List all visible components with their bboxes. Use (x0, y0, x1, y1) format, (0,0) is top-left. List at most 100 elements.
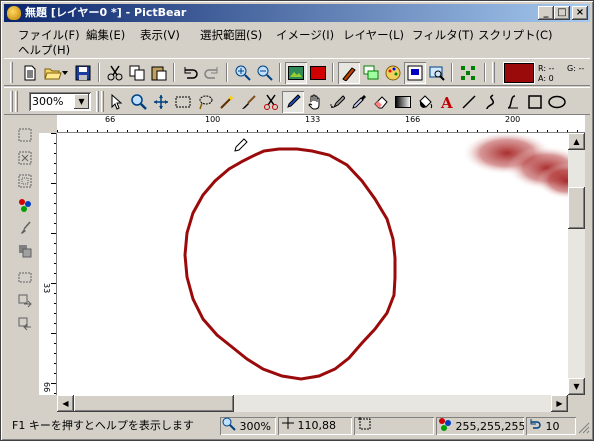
layers-icon[interactable] (360, 62, 382, 84)
help-text: F1 キーを押すとヘルプを表示します (12, 419, 194, 432)
toolbar-grip[interactable] (10, 91, 13, 112)
menu-script[interactable]: スクリプト(C) (478, 27, 553, 43)
undo-icon[interactable] (179, 62, 201, 84)
brush-icon[interactable] (238, 91, 260, 113)
minimize-button[interactable]: _ (538, 6, 554, 20)
status-rgb: 255,255,255 (455, 420, 525, 433)
svg-text:A: A (440, 94, 453, 110)
menu-bar: ファイル(F) 編集(E) 表示(V) 選択範囲(S) イメージ(I) レイヤー… (4, 23, 590, 58)
select-by-color-icon[interactable] (14, 194, 36, 216)
eyedropper-icon[interactable] (348, 91, 370, 113)
magnifier-icon[interactable] (128, 91, 150, 113)
preview-icon[interactable] (426, 62, 448, 84)
color-r-readout: R: -- (538, 64, 555, 73)
vertical-scrollbar[interactable]: ▲ ▼ (568, 133, 585, 395)
drawing-canvas[interactable] (57, 133, 568, 395)
scroll-corner (568, 395, 585, 412)
ruler-v-label: 66 (42, 382, 51, 393)
scissors-select-icon[interactable] (260, 91, 282, 113)
lasso-icon[interactable] (194, 91, 216, 113)
view-image-icon[interactable] (285, 62, 307, 84)
ellipse-tool-icon[interactable] (546, 91, 568, 113)
status-coords-panel: 110,88 (278, 417, 352, 435)
crosshair-icon (282, 417, 294, 435)
curve-tool-icon[interactable] (480, 91, 502, 113)
selection-size-icon (358, 417, 372, 435)
title-bar[interactable]: 無題 [レイヤー0 *] - PictBear _ □ × (4, 4, 590, 22)
airbrush-icon[interactable] (326, 91, 348, 113)
hand-icon[interactable] (304, 91, 326, 113)
menu-selection[interactable]: 選択範囲(S) (200, 27, 262, 43)
scroll-up-arrow-icon[interactable]: ▲ (568, 133, 585, 150)
toolbar-separator (98, 63, 100, 82)
main-toolbar: R: -- G: -- A: 0 (4, 58, 590, 86)
line-tool-icon[interactable] (458, 91, 480, 113)
paste-icon[interactable] (148, 62, 170, 84)
selection-to-layer-icon[interactable] (14, 240, 36, 262)
menu-image[interactable]: イメージ(I) (276, 27, 334, 43)
pencil-icon[interactable] (282, 91, 304, 113)
menu-filter[interactable]: フィルタ(T) (412, 27, 474, 43)
toolbar-separator (332, 63, 334, 82)
selection-brush-icon[interactable] (14, 217, 36, 239)
vertical-ruler: 33 66 (39, 133, 57, 395)
menu-layer[interactable]: レイヤー(L) (343, 27, 404, 43)
text-tool-icon[interactable]: A (436, 91, 458, 113)
copy-icon[interactable] (126, 62, 148, 84)
save-disk-icon[interactable] (72, 62, 94, 84)
open-dropdown-arrow-icon[interactable] (60, 62, 70, 84)
vertical-scroll-thumb[interactable] (568, 187, 585, 229)
zoom-out-icon[interactable] (254, 62, 276, 84)
toolbar-grip[interactable] (10, 62, 13, 83)
menu-edit[interactable]: 編集(E) (86, 27, 125, 43)
magic-wand-icon[interactable] (216, 91, 238, 113)
invert-selection-icon[interactable] (14, 170, 36, 192)
zoom-status-icon (222, 417, 236, 435)
status-zoom: 300% (239, 420, 271, 433)
view-red-square-icon[interactable] (307, 62, 329, 84)
paint-bucket-icon[interactable] (414, 91, 436, 113)
deselect-icon[interactable] (14, 147, 36, 169)
select-arrow-icon[interactable] (106, 91, 128, 113)
move-cross-icon[interactable] (150, 91, 172, 113)
expand-selection-icon[interactable] (14, 290, 36, 312)
pictbear-app-icon[interactable] (7, 6, 21, 20)
ruler-h-label: 133 (305, 115, 321, 124)
new-document-icon[interactable] (19, 62, 41, 84)
current-color-swatch[interactable] (504, 63, 534, 83)
scroll-down-arrow-icon[interactable]: ▼ (568, 378, 585, 395)
brush-settings-icon[interactable] (338, 62, 360, 84)
color-g-readout: G: -- (567, 64, 585, 73)
toolbar-grip[interactable] (96, 91, 99, 112)
color-palette-icon[interactable] (382, 62, 404, 84)
cut-scissors-icon[interactable] (104, 62, 126, 84)
select-all-icon[interactable] (14, 124, 36, 146)
rectangle-tool-icon[interactable] (524, 91, 546, 113)
chevron-down-icon[interactable]: ▼ (74, 94, 89, 109)
horizontal-scrollbar[interactable]: ◀ ▶ (57, 395, 568, 412)
zoom-in-icon[interactable] (232, 62, 254, 84)
crop-selection-icon[interactable] (14, 266, 36, 288)
close-button[interactable]: × (572, 6, 588, 20)
menu-file[interactable]: ファイル(F) (18, 27, 80, 43)
redo-icon[interactable] (201, 62, 223, 84)
scroll-right-arrow-icon[interactable]: ▶ (551, 395, 568, 412)
bezier-tool-icon[interactable] (502, 91, 524, 113)
zoom-select[interactable]: 300% ▼ (29, 92, 91, 111)
rect-select-icon[interactable] (172, 91, 194, 113)
pictbear-window: 無題 [レイヤー0 *] - PictBear _ □ × ファイル(F) 編集… (0, 0, 594, 441)
maximize-button[interactable]: □ (554, 6, 570, 20)
eraser-icon[interactable] (370, 91, 392, 113)
navigator-icon[interactable] (404, 62, 426, 84)
ruler-h-label: 100 (205, 115, 221, 124)
grid-points-icon[interactable] (457, 62, 479, 84)
horizontal-scroll-thumb[interactable] (74, 395, 234, 412)
toolbar-grip[interactable] (492, 62, 495, 83)
gradient-icon[interactable] (392, 91, 414, 113)
menu-help[interactable]: ヘルプ(H) (18, 42, 70, 58)
status-coords: 110,88 (297, 419, 337, 432)
scroll-left-arrow-icon[interactable]: ◀ (57, 395, 74, 412)
shrink-selection-icon[interactable] (14, 313, 36, 335)
menu-view[interactable]: 表示(V) (140, 27, 180, 43)
size-grip-icon[interactable] (578, 422, 590, 434)
